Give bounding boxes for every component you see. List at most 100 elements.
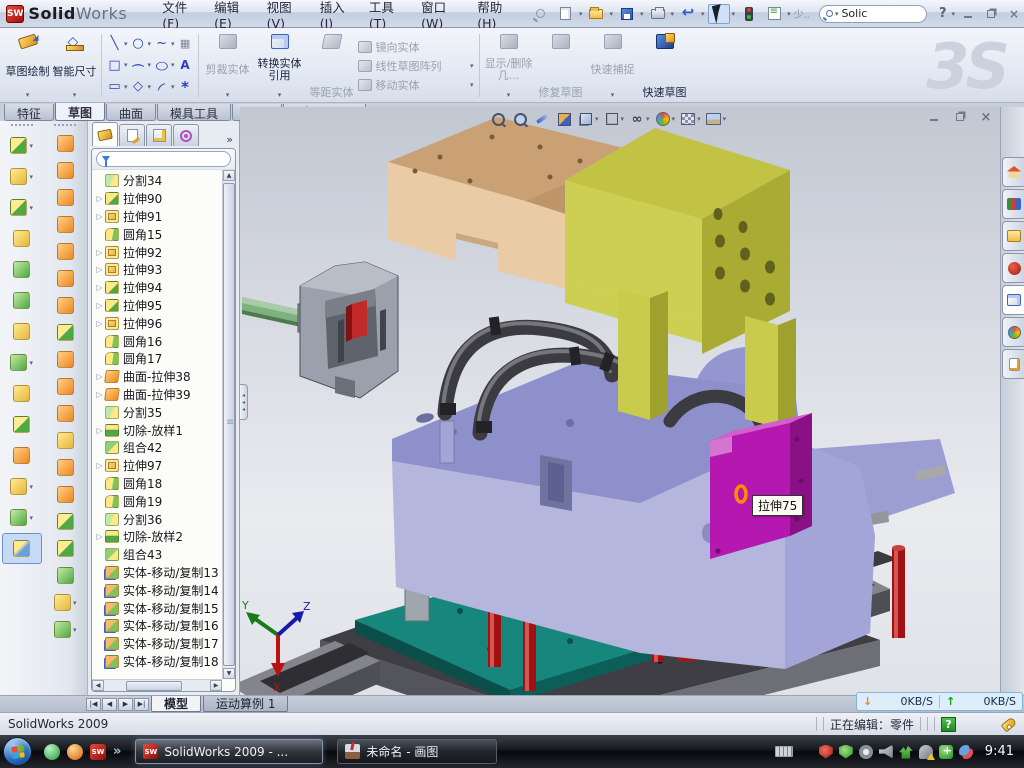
swept-boss-icon[interactable]: ▾ — [2, 223, 42, 254]
smart-dimension-button[interactable]: 智能尺寸 ▾ — [51, 31, 98, 100]
revolved-surface-icon[interactable]: ▾ — [45, 157, 85, 184]
next-tab-button[interactable]: ▶ — [118, 698, 133, 711]
spline-surface-icon[interactable]: ▾ — [45, 616, 85, 643]
tree-item[interactable]: ▷ 圆角19 — [92, 492, 222, 510]
zoom-fit-icon[interactable]: ▾ — [488, 109, 508, 129]
taskbar-window-paint[interactable]: 未命名 - 画图 — [337, 739, 497, 764]
appearances-tab[interactable] — [1002, 317, 1024, 347]
tree-horizontal-scrollbar[interactable]: ◀ ▶ — [92, 679, 222, 691]
previous-view-icon[interactable]: ▾ — [532, 109, 552, 129]
command-tab[interactable]: 特征 — [4, 104, 54, 121]
dissolve-icon[interactable]: ▾ — [45, 589, 85, 616]
linear-pattern-icon[interactable]: ▾ — [2, 347, 42, 378]
search-tab[interactable] — [1002, 253, 1024, 283]
search-scope-dropdown[interactable]: ▾ — [835, 10, 839, 18]
tree-item[interactable]: ▷ 实体-移动/复制13 — [92, 564, 222, 582]
instant3d-icon[interactable]: ▾ — [2, 533, 42, 564]
select-dropdown[interactable]: ▾ — [732, 10, 736, 18]
rebuild-button[interactable] — [738, 4, 760, 24]
fillet-surface-icon[interactable]: ▾ — [45, 535, 85, 562]
sketch-text-icon[interactable]: A ▾ — [176, 55, 195, 76]
slide-unit[interactable] — [242, 262, 398, 398]
options-button[interactable] — [763, 4, 785, 24]
select-button[interactable] — [708, 4, 730, 24]
expand-arrow-icon[interactable]: ▷ — [94, 265, 105, 274]
arc-icon[interactable]: ( ▾ — [129, 55, 152, 76]
save-button[interactable] — [616, 4, 638, 24]
scroll-up-button[interactable]: ▲ — [223, 170, 235, 181]
tree-vertical-scrollbar[interactable]: ▲ ▼ — [222, 170, 235, 679]
last-tab-button[interactable]: ▶| — [134, 698, 149, 711]
untrim-surface-icon[interactable]: ▾ — [45, 454, 85, 481]
planar-surface-icon[interactable]: ▾ — [45, 292, 85, 319]
pin-toolbar-icon[interactable] — [530, 4, 552, 24]
propertymanager-tab[interactable] — [119, 124, 145, 146]
view-palette-tab[interactable] — [1002, 285, 1024, 315]
thicken-icon[interactable]: ▾ — [45, 346, 85, 373]
display-style-icon[interactable]: ▾ — [602, 109, 626, 129]
hide-show-items-icon[interactable]: ∞ ▾ — [627, 109, 651, 129]
command-tab[interactable]: 模具工具 — [157, 104, 231, 121]
tree-item[interactable]: ▷ 拉伸97 — [92, 457, 222, 475]
edit-appearance-icon[interactable]: ▾ — [653, 109, 677, 129]
design-library-tab[interactable] — [1002, 189, 1024, 219]
system-tray-icon[interactable] — [859, 745, 873, 759]
point-icon[interactable]: * ▾ — [176, 76, 195, 97]
zoom-area-icon[interactable]: ▾ — [510, 109, 530, 129]
app-restore-button[interactable] — [981, 6, 1001, 22]
doc-close-button[interactable]: × — [978, 110, 994, 124]
toolbar-overflow-label[interactable]: 少.. — [794, 6, 810, 21]
search-input[interactable] — [841, 7, 911, 20]
sketch-dropdown[interactable]: ▾ — [26, 91, 30, 99]
tree-item[interactable]: ▷ 圆角15 — [92, 225, 222, 243]
delete-hole-icon[interactable]: ▾ — [45, 400, 85, 427]
app-minimize-button[interactable] — [958, 6, 978, 22]
help-dropdown[interactable]: ▾ — [951, 10, 955, 18]
start-button[interactable] — [3, 737, 32, 766]
antivirus-tray-icon[interactable] — [819, 745, 833, 759]
tree-filter-input[interactable] — [96, 151, 231, 167]
delete-body-icon[interactable]: ▾ — [2, 471, 42, 502]
open-file-button[interactable] — [585, 4, 607, 24]
undo-dropdown[interactable]: ▾ — [701, 10, 705, 18]
tree-item[interactable]: ▷ 实体-移动/复制18 — [92, 653, 222, 671]
doc-restore-button[interactable] — [952, 110, 968, 124]
tree-item[interactable]: ▷ 实体-移动/复制17 — [92, 635, 222, 653]
tree-item[interactable]: ▷ 曲面-拉伸39 — [92, 386, 222, 404]
prev-tab-button[interactable]: ◀ — [102, 698, 117, 711]
lofted-boss-icon[interactable]: ▾ — [2, 254, 42, 285]
panel-splitter-handle[interactable]: ◂◂◂ — [240, 384, 248, 420]
tree-item[interactable]: ▷ 曲面-拉伸38 — [92, 368, 222, 386]
boundary-surface-icon[interactable]: ▾ — [45, 238, 85, 265]
ellipse-icon[interactable]: ○ ▾ — [152, 55, 175, 76]
tree-item[interactable]: ▷ 圆角17 — [92, 350, 222, 368]
section-view-icon[interactable]: ▾ — [554, 109, 574, 129]
toolbar-grip[interactable] — [11, 124, 33, 126]
graphics-viewport[interactable]: Y Z X ▾ ▾ ▾ ▾ — [240, 107, 1000, 695]
tree-item[interactable]: ▷ 组合43 — [92, 546, 222, 564]
boundary-boss-icon[interactable]: ▾ — [2, 285, 42, 316]
freeform-icon[interactable]: ▾ — [45, 319, 85, 346]
tree-item[interactable]: ▷ 实体-移动/复制14 — [92, 581, 222, 599]
volume-tray-icon[interactable] — [879, 745, 893, 759]
app-close-button[interactable]: × — [1004, 6, 1024, 22]
file-explorer-tab[interactable] — [1002, 221, 1024, 251]
scroll-left-button[interactable]: ◀ — [92, 680, 104, 691]
expand-arrow-icon[interactable]: ▷ — [94, 212, 105, 221]
print-button[interactable] — [647, 4, 669, 24]
spline-icon[interactable]: ~ ▾ — [152, 33, 175, 54]
input-method-icon[interactable] — [775, 746, 793, 757]
tag-icon[interactable] — [1001, 716, 1018, 732]
open-file-dropdown[interactable]: ▾ — [609, 10, 613, 18]
tree-item[interactable]: ▷ 切除-放样1 — [92, 421, 222, 439]
extend-surface-icon[interactable]: ▾ — [45, 481, 85, 508]
expand-arrow-icon[interactable]: ▷ — [94, 248, 105, 257]
fillet-icon[interactable]: ▾ — [2, 192, 42, 223]
circle-icon[interactable]: ○ ▾ — [129, 33, 152, 54]
sync-tray-icon[interactable] — [959, 745, 973, 759]
solidworks-resources-tab[interactable] — [1002, 157, 1024, 187]
document-tab[interactable]: 运动算例 1 — [203, 696, 288, 712]
wireless-warning-tray-icon[interactable] — [919, 745, 933, 759]
custom-properties-tab[interactable] — [1002, 349, 1024, 379]
tree-item[interactable]: ▷ 拉伸90 — [92, 190, 222, 208]
